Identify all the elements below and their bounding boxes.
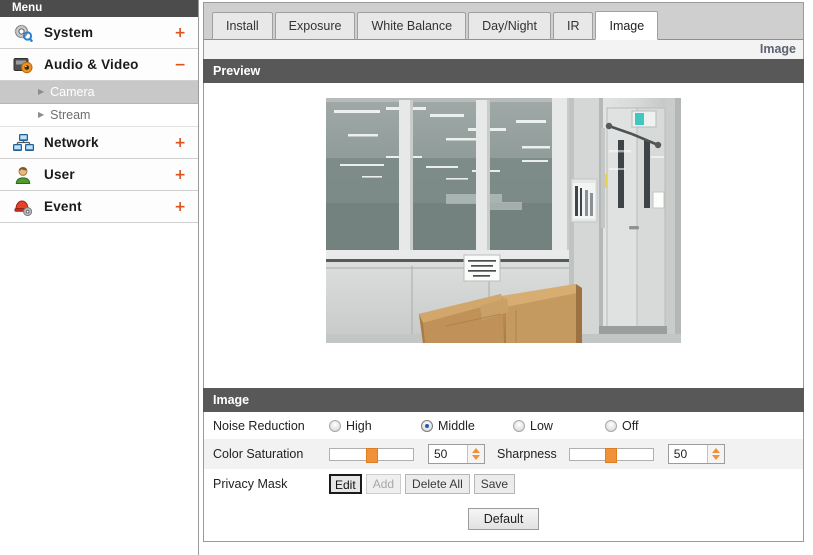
spinner-down-icon[interactable] — [472, 455, 480, 460]
ipcamera-web-ui: Menu System + Audio & Video − ▶ Camera ▶… — [0, 0, 813, 555]
privacy-mask-save-button[interactable]: Save — [473, 474, 516, 494]
default-button-row: Default — [204, 499, 803, 541]
spinner-down-icon[interactable] — [711, 455, 720, 460]
sidebar-toggle-event[interactable]: + — [174, 200, 186, 214]
radio-label: Off — [622, 418, 639, 433]
radio-noise-low[interactable]: Low — [513, 419, 595, 433]
noise-reduction-label: Noise Reduction — [213, 418, 305, 433]
sharpness-input[interactable] — [668, 445, 707, 463]
radio-label: Low — [530, 418, 553, 433]
spinner-up-icon[interactable] — [472, 448, 480, 453]
image-section-header: Image — [203, 388, 804, 412]
tab-install[interactable]: Install — [212, 12, 273, 40]
privacy-mask-edit-button[interactable]: Edit — [329, 474, 362, 494]
tab-image[interactable]: Image — [595, 11, 659, 40]
sidebar-item-camera[interactable]: ▶ Camera — [0, 81, 198, 104]
sidebar-item-event[interactable]: Event + — [0, 191, 198, 223]
sidebar-toggle-network[interactable]: + — [174, 136, 186, 150]
radio-indicator — [513, 419, 525, 432]
sharpness-numberbox[interactable] — [667, 444, 725, 464]
sharpness-spinner[interactable] — [706, 445, 724, 463]
tab-day-night[interactable]: Day/Night — [468, 12, 551, 40]
color-saturation-slider[interactable] — [329, 447, 414, 463]
sidebar-item-label: Audio & Video — [44, 57, 139, 72]
sidebar-item-user[interactable]: User + — [0, 159, 198, 191]
breadcrumb: Image — [203, 40, 804, 59]
color-saturation-sharpness-row: Color Saturation Sharpness — [204, 439, 803, 469]
radio-label: Middle — [438, 418, 475, 433]
sharpness-slider[interactable] — [568, 447, 654, 463]
sidebar-item-label: System — [44, 25, 94, 40]
sidebar-item-label: Event — [44, 199, 82, 214]
preview-section-header: Preview — [203, 59, 804, 83]
sidebar-item-audio-video[interactable]: Audio & Video − — [0, 49, 198, 81]
network-icon — [10, 131, 36, 155]
sidebar-filler — [0, 223, 198, 555]
radio-noise-high[interactable]: High — [329, 419, 411, 433]
radio-label: High — [346, 418, 372, 433]
chevron-right-icon: ▶ — [38, 110, 45, 119]
event-alarm-icon — [10, 195, 36, 219]
default-button[interactable]: Default — [467, 508, 540, 530]
privacy-mask-row: Privacy Mask Edit Add Delete All Save — [204, 469, 803, 499]
sidebar-item-label: User — [44, 167, 75, 182]
tab-exposure[interactable]: Exposure — [274, 12, 356, 40]
user-icon — [10, 163, 36, 187]
radio-indicator — [329, 419, 341, 432]
sidebar-toggle-system[interactable]: + — [174, 26, 186, 40]
radio-noise-middle[interactable]: Middle — [421, 419, 503, 433]
sidebar-item-stream[interactable]: ▶ Stream — [0, 104, 198, 127]
sidebar-toggle-user[interactable]: + — [174, 168, 186, 182]
color-saturation-numberbox[interactable] — [428, 444, 485, 464]
radio-indicator — [605, 419, 617, 432]
menu-header: Menu — [0, 0, 198, 17]
camera-preview-image — [326, 98, 681, 343]
system-gear-magnifier-icon — [10, 21, 36, 45]
sidebar-subitem-label: Stream — [50, 108, 91, 122]
main-content: Install Exposure White Balance Day/Night… — [199, 0, 813, 555]
noise-reduction-radio-group: High Middle Low Off — [329, 419, 697, 433]
color-saturation-spinner[interactable] — [467, 445, 484, 463]
slider-thumb[interactable] — [605, 447, 618, 463]
sharpness-label: Sharpness — [497, 447, 557, 461]
sidebar-item-network[interactable]: Network + — [0, 127, 198, 159]
preview-body — [203, 83, 804, 388]
sidebar-toggle-audio-video[interactable]: − — [174, 58, 186, 72]
camera-icon — [10, 53, 36, 77]
chevron-right-icon: ▶ — [38, 87, 45, 96]
radio-noise-off[interactable]: Off — [605, 419, 687, 433]
color-saturation-input[interactable] — [429, 445, 467, 463]
noise-reduction-row: Noise Reduction High Middle Low Off — [204, 412, 803, 439]
spinner-up-icon[interactable] — [711, 448, 720, 453]
tab-ir[interactable]: IR — [552, 12, 594, 40]
tab-white-balance[interactable]: White Balance — [357, 12, 467, 40]
privacy-mask-add-button[interactable]: Add — [365, 474, 402, 494]
image-settings-body: Noise Reduction High Middle Low Off Colo… — [203, 412, 804, 542]
privacy-mask-delete-all-button[interactable]: Delete All — [405, 474, 470, 494]
radio-indicator-selected — [421, 419, 433, 432]
tab-bar: Install Exposure White Balance Day/Night… — [203, 2, 804, 40]
color-saturation-label: Color Saturation — [213, 447, 304, 461]
slider-thumb[interactable] — [365, 447, 378, 463]
sidebar-item-system[interactable]: System + — [0, 17, 198, 49]
sidebar: Menu System + Audio & Video − ▶ Camera ▶… — [0, 0, 199, 555]
privacy-mask-label: Privacy Mask — [213, 477, 288, 491]
sidebar-subitem-label: Camera — [50, 85, 95, 99]
sidebar-item-label: Network — [44, 135, 99, 150]
